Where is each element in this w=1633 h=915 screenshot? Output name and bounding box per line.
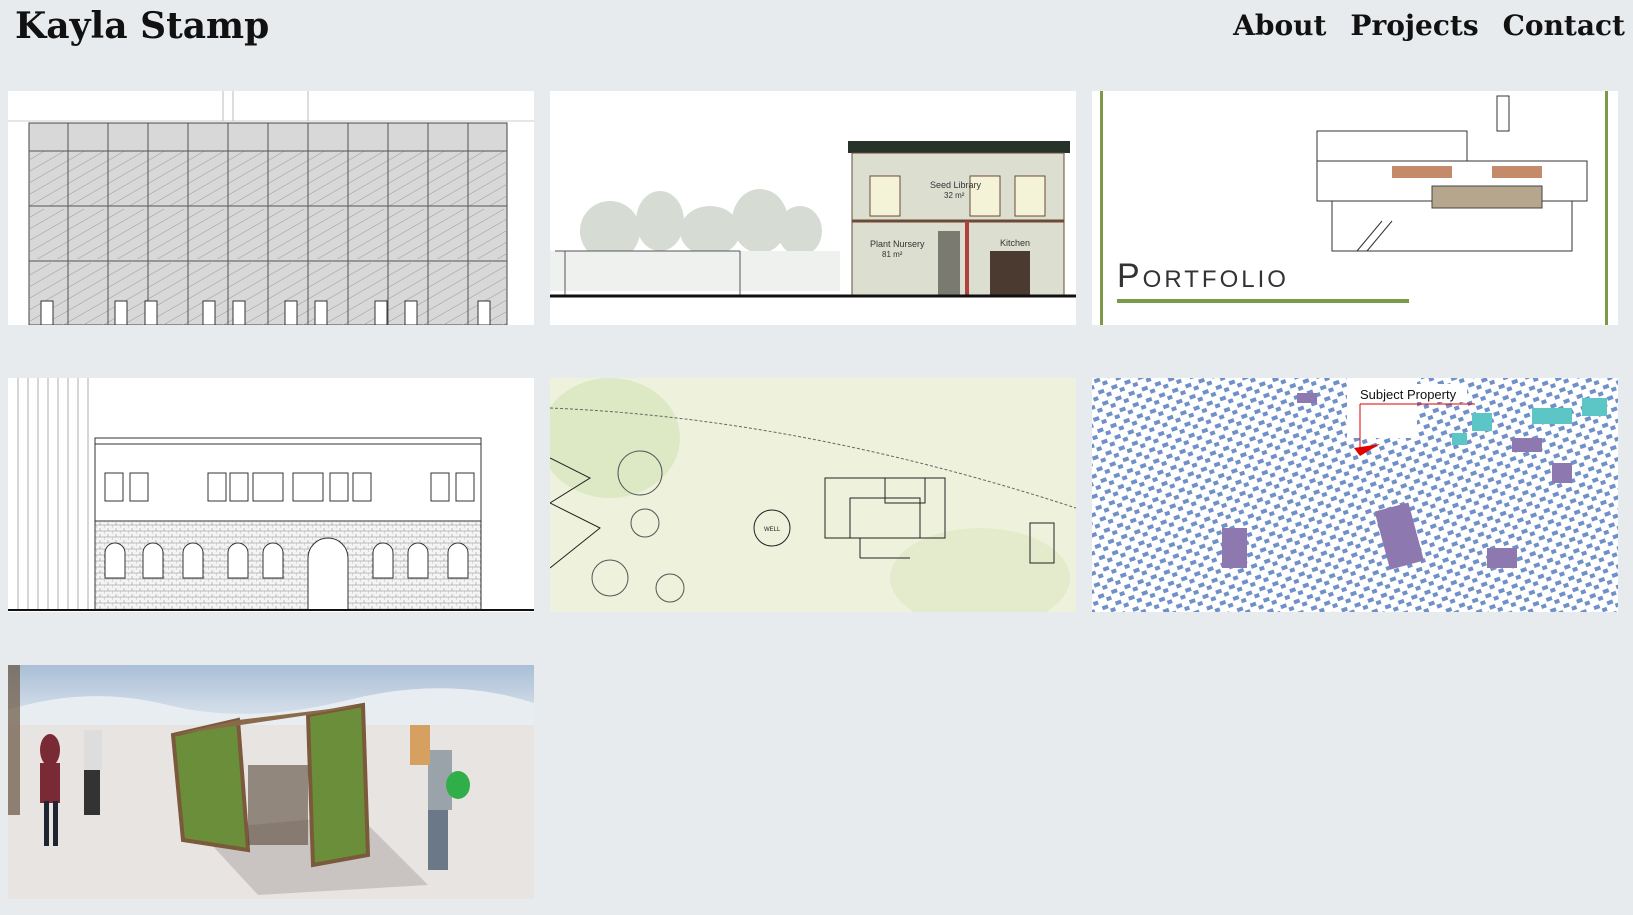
project-grid: Seed Library 32 m² Plant Nursery 81 m² K… [8,91,1618,899]
portfolio-title: Portfolio [1117,257,1289,295]
project-tile-elevation-brick[interactable] [8,378,534,612]
nav-about[interactable]: About [1233,2,1326,50]
plant-nursery-label: Plant Nursery [870,239,925,249]
winter-render-thumbnail [8,665,534,899]
seed-library-area: 32 m² [944,191,965,200]
project-tile-section-seed-library[interactable]: Seed Library 32 m² Plant Nursery 81 m² K… [550,91,1076,325]
project-tile-winter-render[interactable] [8,665,534,899]
context-map-thumbnail: Subject Property [1092,378,1618,612]
plant-nursery-area: 81 m² [882,250,903,259]
subject-property-label: Subject Property [1360,387,1457,402]
nav-contact[interactable]: Contact [1503,2,1625,50]
kitchen-label: Kitchen [1000,238,1030,248]
site-title[interactable]: Kayla Stamp [15,2,269,50]
project-tile-site-plan[interactable]: WELL [550,378,1076,612]
elevation-brick-thumbnail [8,378,534,612]
elevation-hatched-thumbnail [8,91,534,325]
site-plan-thumbnail: WELL [550,378,1076,612]
portfolio-cover-thumbnail: Portfolio [1092,91,1618,325]
section-thumbnail: Seed Library 32 m² Plant Nursery 81 m² K… [550,91,1076,325]
seed-library-label: Seed Library [930,180,982,190]
project-tile-context-map[interactable]: Subject Property [1092,378,1618,612]
project-tile-elevation-hatched[interactable] [8,91,534,325]
nav-projects[interactable]: Projects [1350,2,1478,50]
project-tile-portfolio-cover[interactable]: Portfolio [1092,91,1618,325]
well-label: WELL [764,527,781,533]
main-nav: About Projects Contact [1233,2,1625,50]
